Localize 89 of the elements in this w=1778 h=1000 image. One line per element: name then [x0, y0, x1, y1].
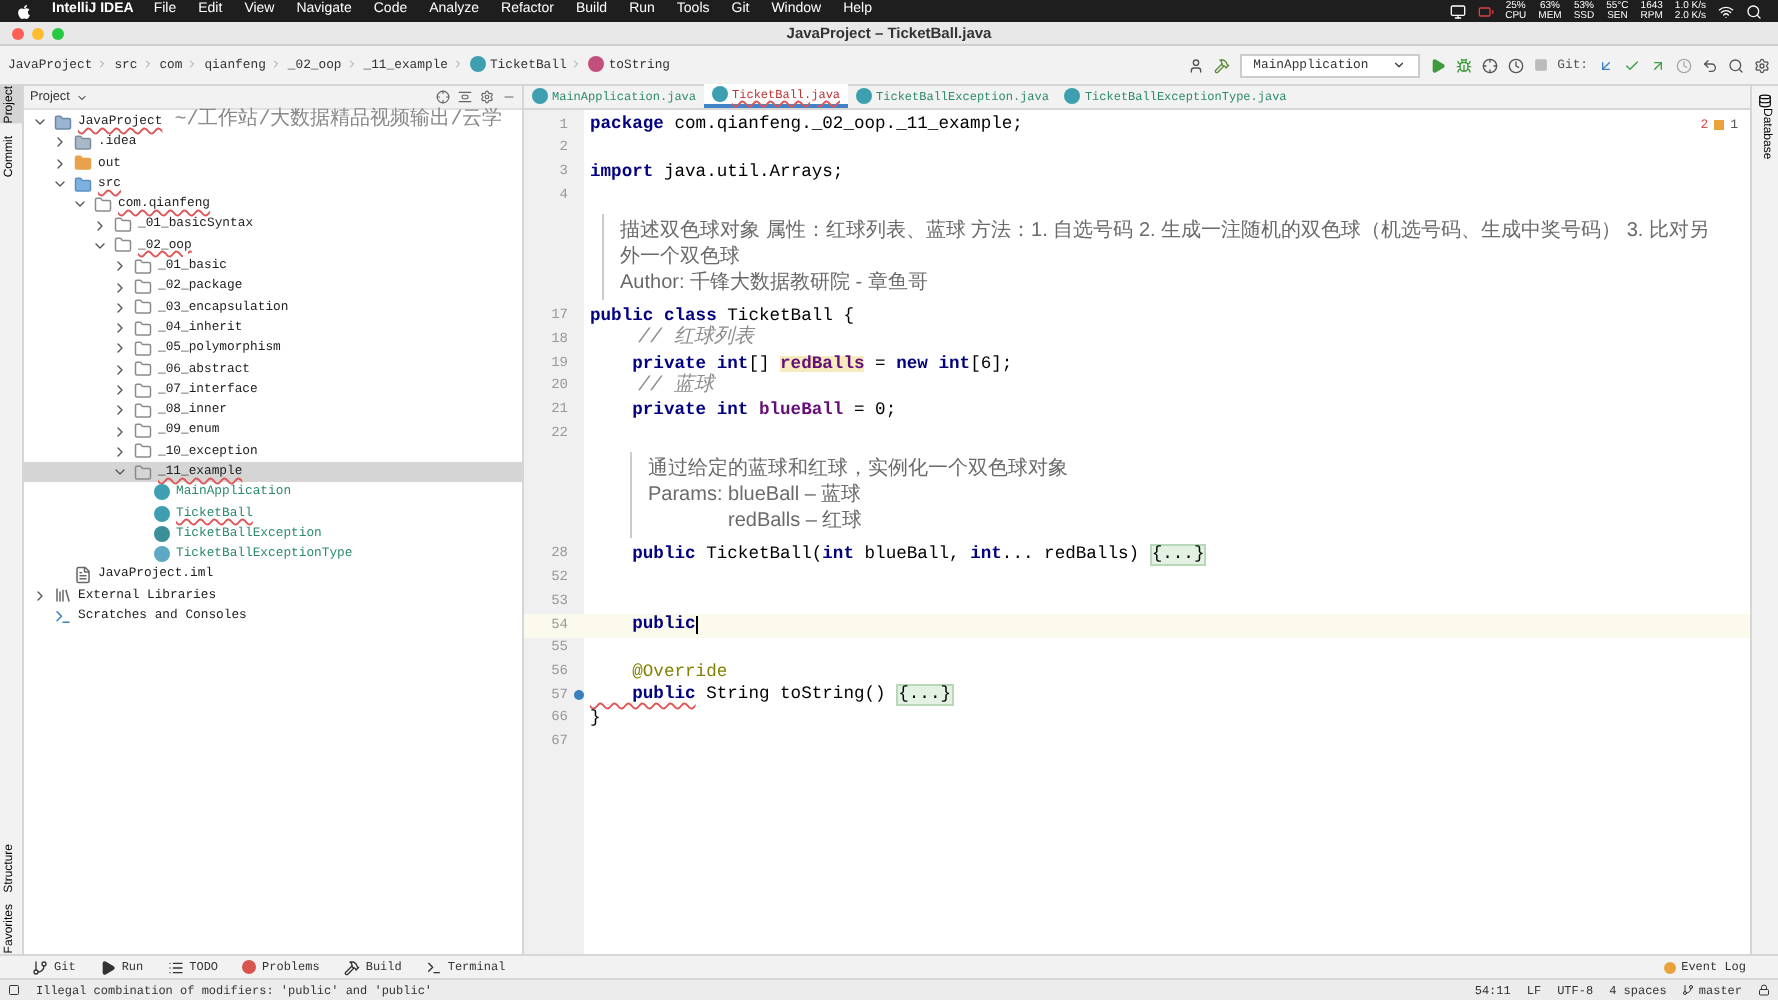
doc-text: redBalls – 红球: [726, 507, 865, 534]
coverage-icon[interactable]: [1481, 57, 1498, 73]
separator-icon: [570, 58, 583, 71]
folder-icon: [134, 422, 152, 441]
folder-icon: [134, 278, 152, 297]
path-hint: ~/工作站/大数据精品视频输出/云学: [174, 112, 503, 133]
search-icon[interactable]: [1728, 57, 1744, 73]
folder-icon: [54, 113, 72, 132]
method-icon: [588, 56, 605, 73]
commit-icon[interactable]: [1624, 57, 1640, 73]
folder-icon: [134, 319, 152, 338]
separator-icon: [345, 58, 358, 71]
notification-icon: [1663, 961, 1676, 973]
panel-toggle-icon[interactable]: [8, 984, 20, 996]
list-icon: [167, 959, 184, 975]
warning-icon: [1714, 120, 1725, 131]
folder-icon: [134, 442, 152, 461]
display-icon[interactable]: [1449, 3, 1466, 19]
doc-text: 通过给定的蓝球和红球，实例化一个双色球对象: [648, 455, 1070, 482]
debug-icon[interactable]: [1455, 57, 1472, 73]
hammer-icon[interactable]: [1213, 57, 1230, 73]
code-line: }: [590, 710, 601, 728]
folder-icon: [74, 154, 92, 173]
code-line: public: [630, 616, 698, 635]
settings-icon[interactable]: [480, 90, 494, 104]
code-line: private int[] redBalls = new int[6];: [630, 355, 1013, 373]
battery-icon[interactable]: [1477, 3, 1494, 19]
file-icon: [74, 566, 92, 585]
folder-icon: [134, 463, 152, 482]
apple-icon[interactable]: [16, 3, 32, 19]
hammer-icon: [343, 959, 360, 975]
user-icon[interactable]: [1187, 57, 1204, 73]
separator-icon: [269, 58, 282, 71]
code-line: public class TicketBall {: [590, 308, 854, 326]
update-icon[interactable]: [1598, 57, 1614, 73]
class-icon: [712, 86, 729, 102]
folder-icon: [134, 298, 152, 317]
code-line: public TicketBall(int blueBall, int... redBalls) {...}: [630, 544, 1207, 567]
folder-icon: [114, 216, 132, 235]
rollback-icon[interactable]: [1702, 57, 1718, 73]
folder-icon: [94, 195, 112, 214]
wifi-icon[interactable]: [1718, 3, 1734, 19]
caret-icon: [1391, 58, 1406, 72]
code-line: // 红球列表: [636, 330, 755, 351]
separator-icon: [96, 58, 109, 71]
profiler-icon[interactable]: [1507, 57, 1524, 73]
expand-all-icon[interactable]: [458, 90, 472, 104]
database-icon: [1758, 94, 1772, 108]
settings-icon[interactable]: [1754, 57, 1770, 73]
code-line: public String toString() {...}: [630, 684, 954, 707]
folder-icon: [134, 401, 152, 420]
branch-icon: [32, 959, 48, 975]
class-icon: [469, 56, 486, 73]
exception-icon: [154, 526, 170, 543]
class-icon: [532, 88, 548, 104]
folder-icon: [134, 257, 152, 276]
push-icon[interactable]: [1650, 57, 1666, 73]
override-marker-icon[interactable]: [574, 690, 584, 701]
run-icon[interactable]: [1429, 57, 1446, 73]
folder-icon: [134, 339, 152, 358]
code-line: // 蓝球: [636, 377, 715, 398]
doc-text: Params: blueBall – 蓝球: [648, 481, 864, 508]
folder-icon: [134, 360, 152, 379]
folder-icon: [134, 381, 152, 399]
code-line: package com.qianfeng._02_oop._11_example;: [590, 116, 1023, 135]
error-icon: [242, 960, 257, 974]
code-line: import java.util.Arrays;: [590, 163, 844, 182]
folder-icon: [74, 133, 92, 152]
enum-icon: [154, 546, 170, 563]
folder-icon: [114, 236, 132, 255]
lock-icon[interactable]: [1758, 984, 1770, 996]
run-icon: [99, 959, 116, 975]
locate-icon[interactable]: [436, 90, 450, 104]
class-icon: [856, 88, 873, 104]
terminal-icon: [425, 959, 442, 975]
library-icon: [54, 586, 72, 605]
folder-icon: [74, 175, 92, 194]
doc-text: Author: 千锋大数据教研院 - 章鱼哥: [620, 269, 930, 296]
console-icon: [54, 607, 72, 626]
code-line: @Override: [630, 663, 728, 682]
text-cursor: [695, 616, 698, 635]
doc-text: 描述双色球对象 属性：红球列表、蓝球 方法：1. 自选号码 2. 生成一注随机的双色球（机选号码、生成中奖号码） 3. 比对另外一个双色球: [620, 217, 1711, 270]
separator-icon: [186, 58, 199, 71]
code-line: private int blueBall = 0;: [630, 401, 897, 420]
branch-icon: [1682, 984, 1695, 996]
separator-icon: [451, 58, 464, 71]
separator-icon: [141, 58, 154, 71]
caret-icon[interactable]: [75, 91, 88, 103]
class-icon: [1064, 88, 1081, 104]
